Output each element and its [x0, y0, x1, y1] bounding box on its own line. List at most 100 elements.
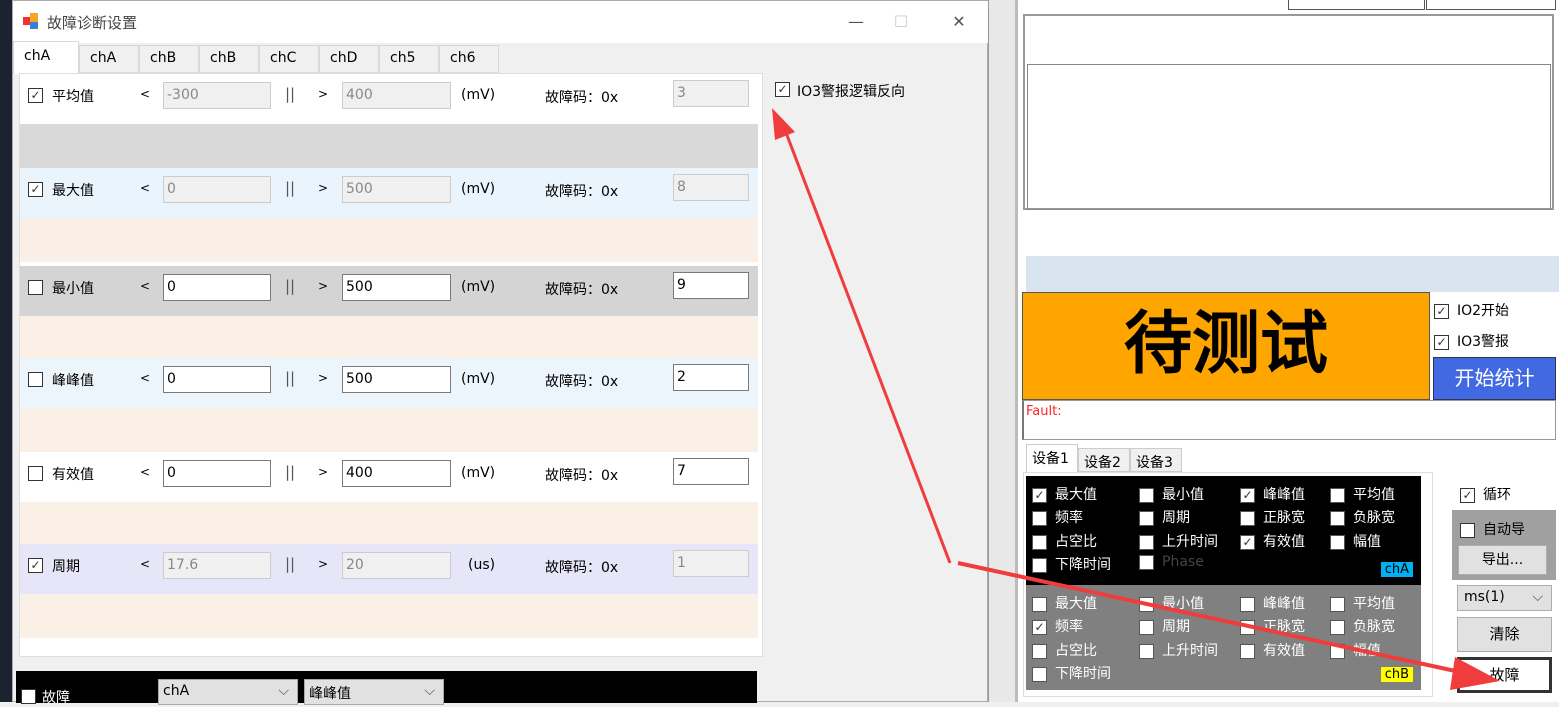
checkbox-icon[interactable] [1330, 534, 1345, 550]
checkbox-icon[interactable] [1139, 554, 1154, 570]
low-threshold-input[interactable]: 0 [163, 274, 271, 301]
measure-checkbox-item[interactable]: 最大值 [1032, 593, 1097, 613]
top-button-2[interactable] [1426, 0, 1556, 10]
checkbox-icon[interactable] [1330, 487, 1345, 503]
measure-checkbox-item[interactable]: 峰峰值 [1240, 593, 1305, 613]
measure-select[interactable]: 峰峰值 ⌵ [304, 679, 444, 705]
measure-checkbox-item[interactable]: 周期 [1139, 616, 1190, 636]
measure-checkbox-item[interactable]: 最小值 [1139, 484, 1204, 504]
checkbox-icon[interactable] [1032, 557, 1047, 573]
measure-checkbox-item[interactable]: 占空比 [1032, 640, 1097, 660]
measure-checkbox-item[interactable]: 上升时间 [1139, 531, 1218, 551]
auto-export-checkbox[interactable]: 自动导 [1460, 519, 1525, 539]
checkbox-icon[interactable]: ✓ [1032, 619, 1047, 635]
fault-code-input[interactable]: 1 [673, 550, 749, 577]
tab-ch5[interactable]: ch5 [379, 45, 439, 73]
measure-checkbox-item[interactable]: 下降时间 [1032, 663, 1111, 683]
tab-chb[interactable]: chB [139, 45, 199, 73]
tab-cha[interactable]: chA [13, 41, 79, 74]
measure-checkbox-item[interactable]: 幅值 [1330, 640, 1381, 660]
fault-code-input[interactable]: 7 [673, 458, 749, 485]
row-checkbox[interactable]: ✓ [28, 558, 43, 573]
measure-checkbox-item[interactable]: 下降时间 [1032, 554, 1111, 574]
export-button[interactable]: 导出... [1458, 545, 1547, 575]
measure-checkbox-item[interactable]: Phase [1139, 554, 1204, 570]
high-threshold-input[interactable]: 20 [342, 552, 451, 579]
row-checkbox[interactable] [28, 372, 43, 387]
high-threshold-input[interactable]: 400 [342, 82, 451, 109]
low-threshold-input[interactable]: -300 [163, 82, 271, 109]
row-checkbox[interactable] [28, 466, 43, 481]
checkbox-icon[interactable] [1139, 643, 1154, 659]
checkbox-icon[interactable] [1032, 643, 1047, 659]
high-threshold-input[interactable]: 500 [342, 176, 451, 203]
checkbox-icon[interactable] [1139, 596, 1154, 612]
checkbox-icon[interactable]: ✓ [1032, 487, 1047, 503]
checkbox-icon[interactable] [1139, 534, 1154, 550]
top-button-1[interactable] [1288, 0, 1425, 10]
checkbox-icon[interactable] [1330, 596, 1345, 612]
checkbox-icon[interactable] [1032, 534, 1047, 550]
row-checkbox[interactable]: ✓ [28, 182, 43, 197]
checkbox-icon[interactable] [1330, 510, 1345, 526]
fault-code-input[interactable]: 8 [673, 174, 749, 201]
tab-chb[interactable]: chB [199, 45, 259, 73]
checkbox-icon[interactable]: ✓ [1460, 487, 1475, 503]
checkbox-icon[interactable]: ✓ [775, 82, 790, 97]
loop-checkbox[interactable]: ✓ 循环 [1460, 484, 1511, 504]
fault-code-input[interactable]: 2 [673, 364, 749, 391]
low-threshold-input[interactable]: 0 [163, 366, 271, 393]
checkbox-icon[interactable]: ✓ [1240, 487, 1255, 503]
high-threshold-input[interactable]: 500 [342, 274, 451, 301]
measure-checkbox-item[interactable]: 频率 [1032, 507, 1083, 527]
checkbox-icon[interactable] [1240, 619, 1255, 635]
measure-checkbox-item[interactable]: 正脉宽 [1240, 507, 1305, 527]
channel-select[interactable]: chA ⌵ [158, 679, 298, 705]
device-tab-3[interactable]: 设备3 [1130, 448, 1182, 472]
measure-checkbox-item[interactable]: 幅值 [1330, 531, 1381, 551]
start-stats-button[interactable]: 开始统计 [1433, 357, 1556, 400]
io2-start-checkbox[interactable]: ✓ IO2开始 [1434, 300, 1509, 320]
row-checkbox[interactable]: ✓ [28, 88, 43, 103]
low-threshold-input[interactable]: 0 [163, 460, 271, 487]
checkbox-icon[interactable] [1032, 596, 1047, 612]
measure-checkbox-item[interactable]: 平均值 [1330, 484, 1395, 504]
checkbox-icon[interactable]: ✓ [1434, 303, 1449, 319]
checkbox-icon[interactable] [1330, 643, 1345, 659]
measure-checkbox-item[interactable]: 负脉宽 [1330, 507, 1395, 527]
tab-chc[interactable]: chC [259, 45, 319, 73]
checkbox-icon[interactable] [1330, 619, 1345, 635]
device-tab-1[interactable]: 设备1 [1026, 444, 1078, 473]
low-threshold-input[interactable]: 0 [163, 176, 271, 203]
checkbox-icon[interactable] [1032, 510, 1047, 526]
tab-chd[interactable]: chD [319, 45, 379, 73]
measure-checkbox-item[interactable]: ✓ 频率 [1032, 616, 1083, 636]
measure-checkbox-item[interactable]: 周期 [1139, 507, 1190, 527]
maximize-button[interactable]: ☐ [886, 9, 916, 35]
tab-cha[interactable]: chA [79, 45, 139, 73]
fault-code-input[interactable]: 3 [673, 80, 749, 107]
checkbox-icon[interactable] [1139, 487, 1154, 503]
row-checkbox[interactable] [28, 280, 43, 295]
measure-checkbox-item[interactable]: 负脉宽 [1330, 616, 1395, 636]
fault-button[interactable]: 故障 [1457, 657, 1552, 693]
checkbox-icon[interactable] [1139, 510, 1154, 526]
checkbox-icon[interactable] [1139, 619, 1154, 635]
tab-ch6[interactable]: ch6 [439, 45, 499, 73]
log-text-area[interactable] [1027, 64, 1551, 210]
io3-alarm-checkbox[interactable]: ✓ IO3警报 [1434, 331, 1509, 351]
measure-checkbox-item[interactable]: ✓ 峰峰值 [1240, 484, 1305, 504]
checkbox-icon[interactable]: ✓ [1240, 534, 1255, 550]
checkbox-icon[interactable] [1240, 643, 1255, 659]
device-tab-2[interactable]: 设备2 [1078, 448, 1130, 472]
measure-checkbox-item[interactable]: 有效值 [1240, 640, 1305, 660]
checkbox-icon[interactable] [1240, 510, 1255, 526]
measure-checkbox-item[interactable]: 最小值 [1139, 593, 1204, 613]
measure-checkbox-item[interactable]: 占空比 [1032, 531, 1097, 551]
low-threshold-input[interactable]: 17.6 [163, 552, 271, 579]
checkbox-icon[interactable] [1032, 666, 1047, 682]
fault-code-input[interactable]: 9 [673, 272, 749, 299]
clear-button[interactable]: 清除 [1457, 617, 1552, 652]
measure-checkbox-item[interactable]: ✓ 有效值 [1240, 531, 1305, 551]
minimize-button[interactable]: — [841, 9, 871, 35]
